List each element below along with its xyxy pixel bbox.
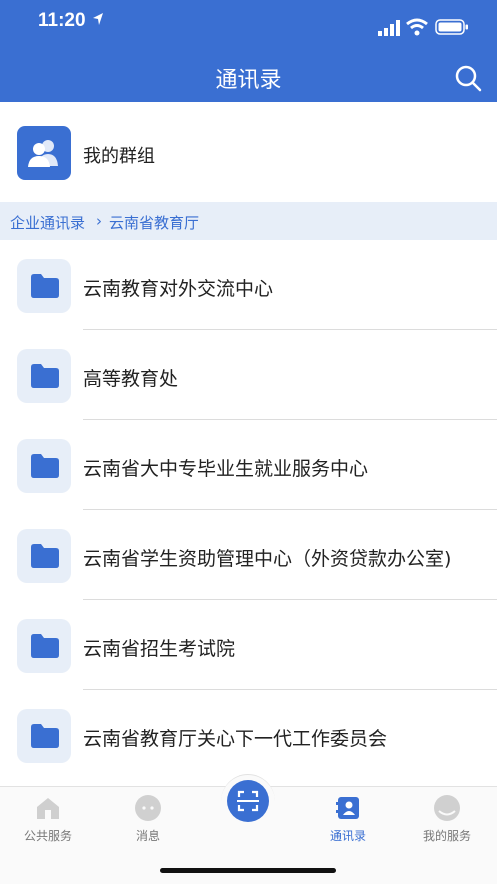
search-icon[interactable]: [454, 64, 482, 92]
top-header: 11:20 通讯录: [0, 0, 497, 102]
folder-icon: [17, 709, 71, 763]
scan-icon: [237, 790, 259, 812]
location-arrow-icon: [93, 13, 103, 25]
list-item[interactable]: 云南省大中专毕业生就业服务中心: [0, 420, 497, 510]
contacts-icon: [335, 795, 361, 821]
list-item-label: 高等教育处: [83, 368, 179, 390]
list-item-label: 云南省教育厅关心下一代工作委员会: [83, 728, 388, 750]
breadcrumb-separator: ›: [96, 212, 102, 230]
profile-icon: [434, 795, 460, 821]
tab-label: 公共服务: [23, 829, 72, 843]
home-icon: [35, 795, 61, 821]
signal-icon: [378, 20, 400, 36]
tab-public-services[interactable]: 公共服务: [8, 795, 88, 844]
battery-icon: [435, 19, 468, 35]
wifi-icon: [406, 18, 428, 36]
tab-label: 通讯录: [329, 829, 366, 843]
my-groups-row[interactable]: 我的群组: [0, 102, 497, 202]
department-list: 云南教育对外交流中心 高等教育处 云南省大中专毕业生就业服务中心 云南省学生资助…: [0, 240, 497, 786]
status-bar: 11:20: [0, 0, 497, 44]
list-item-label: 云南教育对外交流中心: [83, 278, 274, 300]
group-icon: [17, 126, 71, 180]
chat-icon: [135, 795, 161, 821]
breadcrumb-current: 云南省教育厅: [109, 214, 200, 232]
tab-messages[interactable]: 消息: [108, 795, 188, 844]
folder-icon: [17, 619, 71, 673]
my-groups-label: 我的群组: [83, 146, 155, 167]
list-item[interactable]: 云南省学生资助管理中心（外资贷款办公室): [0, 510, 497, 600]
page-title: 通讯录: [215, 68, 282, 93]
tab-contacts[interactable]: 通讯录: [308, 795, 388, 844]
list-item-label: 云南省学生资助管理中心（外资贷款办公室): [83, 548, 452, 570]
list-item-label: 云南省招生考试院: [83, 638, 236, 660]
list-item[interactable]: 云南教育对外交流中心: [0, 240, 497, 330]
folder-icon: [17, 259, 71, 313]
tab-label: 消息: [135, 829, 160, 843]
status-time: 11:20: [38, 10, 86, 31]
breadcrumb-root[interactable]: 企业通讯录: [10, 212, 85, 233]
home-indicator: [160, 868, 336, 873]
tab-my-services[interactable]: 我的服务: [407, 795, 487, 844]
list-item[interactable]: 高等教育处: [0, 330, 497, 420]
folder-icon: [17, 349, 71, 403]
breadcrumb: 企业通讯录 › 云南省教育厅: [0, 202, 497, 240]
list-item[interactable]: 云南省招生考试院: [0, 600, 497, 690]
scan-button[interactable]: [227, 780, 269, 822]
tab-label: 我的服务: [422, 829, 471, 843]
folder-icon: [17, 529, 71, 583]
folder-icon: [17, 439, 71, 493]
list-item[interactable]: 云南省教育厅关心下一代工作委员会: [0, 690, 497, 780]
list-item-label: 云南省大中专毕业生就业服务中心: [83, 458, 369, 480]
